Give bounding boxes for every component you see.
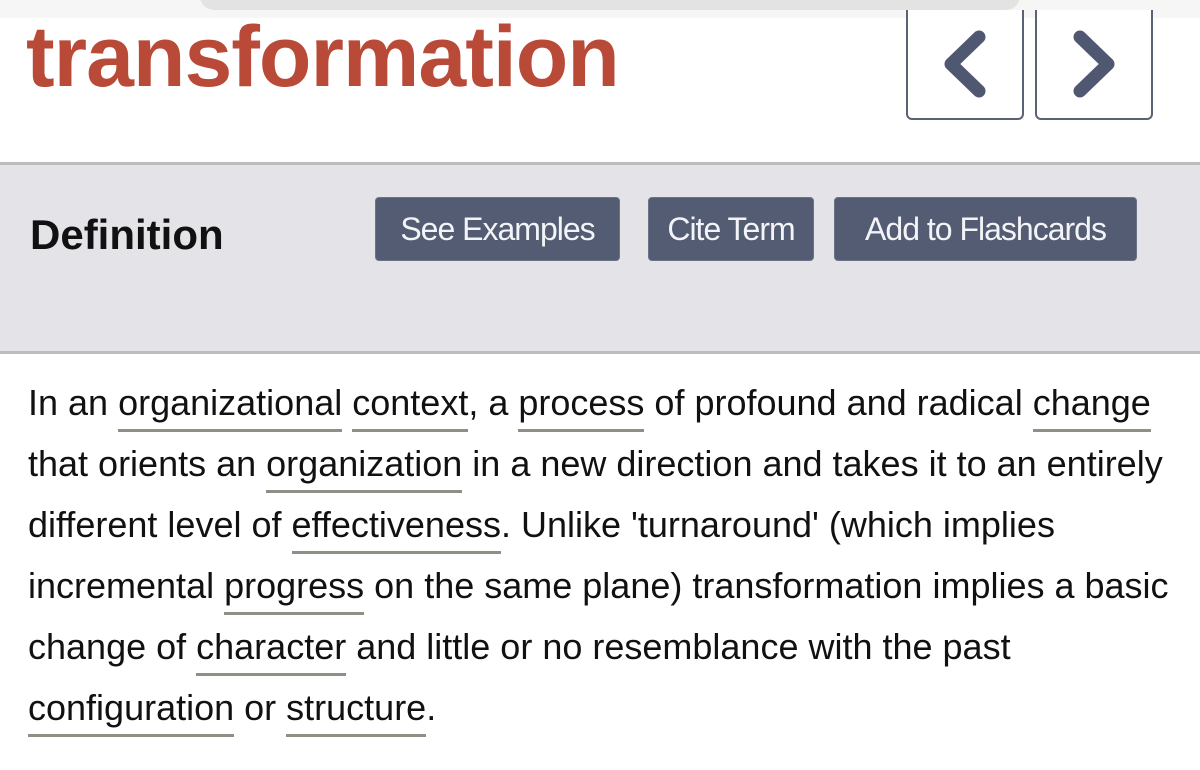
definition-text-segment: In an bbox=[28, 382, 119, 423]
add-to-flashcards-button[interactable]: Add to Flashcards bbox=[834, 197, 1137, 261]
glossary-link[interactable]: progress bbox=[224, 565, 365, 615]
cite-term-button[interactable]: Cite Term bbox=[648, 197, 814, 261]
glossary-link[interactable]: character bbox=[196, 626, 347, 676]
glossary-link[interactable]: organizational bbox=[118, 382, 343, 432]
next-term-button[interactable] bbox=[1035, 10, 1153, 120]
glossary-link[interactable]: structure bbox=[286, 687, 427, 737]
glossary-link[interactable]: configuration bbox=[28, 687, 235, 737]
glossary-link[interactable]: change bbox=[1032, 382, 1151, 432]
glossary-link[interactable]: effectiveness bbox=[291, 504, 501, 554]
glossary-link[interactable]: organization bbox=[266, 443, 463, 493]
glossary-link[interactable]: process bbox=[518, 382, 645, 432]
chevron-left-icon bbox=[944, 30, 986, 98]
definition-text-segment: . bbox=[426, 687, 437, 728]
glossary-link[interactable]: context bbox=[352, 382, 469, 432]
definition-text-segment: or bbox=[234, 687, 287, 728]
definition-text-segment bbox=[342, 382, 352, 423]
term-title: transformation bbox=[26, 9, 620, 105]
definition-toolbar: Definition See Examples Cite Term Add to… bbox=[0, 162, 1200, 354]
definition-heading: Definition bbox=[30, 211, 224, 258]
chevron-right-icon bbox=[1073, 30, 1115, 98]
definition-text: In an organizational context, a process … bbox=[28, 372, 1178, 738]
see-examples-button[interactable]: See Examples bbox=[375, 197, 620, 261]
definition-text-segment: and little or no resemblance with the pa… bbox=[346, 626, 1011, 667]
definition-text-segment: , a bbox=[468, 382, 519, 423]
previous-term-button[interactable] bbox=[906, 10, 1024, 120]
definition-text-segment: that orients an bbox=[28, 443, 267, 484]
definition-text-segment: of profound and radical bbox=[644, 382, 1033, 423]
